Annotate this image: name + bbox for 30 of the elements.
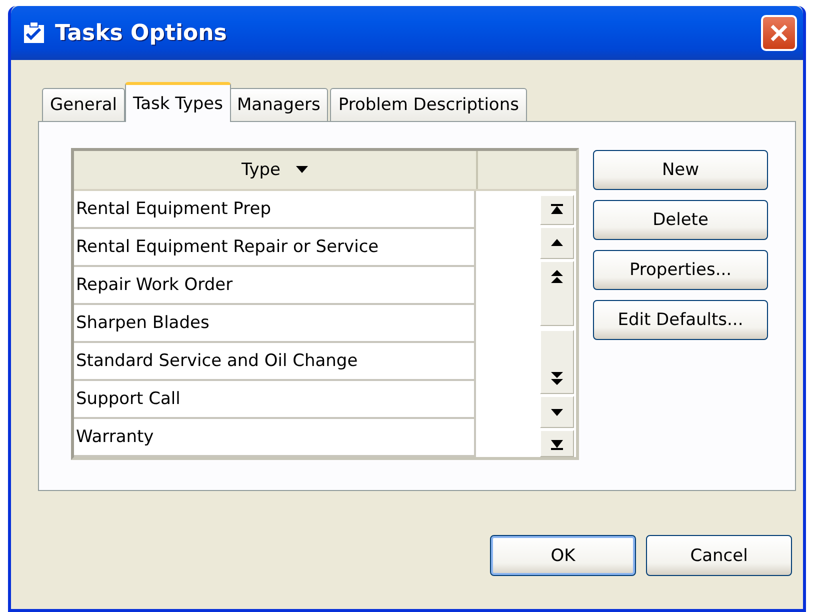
close-button[interactable] xyxy=(761,15,797,51)
page-up-button[interactable] xyxy=(540,261,574,326)
close-icon xyxy=(769,23,789,43)
page-down-button[interactable] xyxy=(540,330,574,394)
double-down-arrow-icon xyxy=(550,371,564,386)
window-title: Tasks Options xyxy=(55,20,228,46)
action-button[interactable]: Properties... xyxy=(593,250,768,290)
scroll-top-button[interactable] xyxy=(540,195,574,226)
tab[interactable]: General xyxy=(42,88,125,122)
type-item[interactable]: Warranty xyxy=(74,419,476,457)
action-button[interactable]: Delete xyxy=(593,200,768,240)
tab[interactable]: Task Types xyxy=(125,82,231,122)
type-item[interactable]: Rental Equipment Prep xyxy=(74,191,476,229)
scroll-bottom-button[interactable] xyxy=(540,430,574,458)
scroll-down-button[interactable] xyxy=(540,396,574,428)
type-item[interactable]: Repair Work Order xyxy=(74,267,476,305)
double-up-arrow-icon xyxy=(550,270,564,284)
dialog-button[interactable]: OK xyxy=(490,535,636,576)
type-item[interactable]: Rental Equipment Repair or Service xyxy=(74,229,476,267)
tab[interactable]: Problem Descriptions xyxy=(330,88,527,122)
clipboard-check-icon xyxy=(23,22,45,44)
dialog-button[interactable]: Cancel xyxy=(646,535,792,576)
action-button[interactable]: New xyxy=(593,150,768,190)
column-heading[interactable]: Type xyxy=(241,160,281,180)
scroll-up-button[interactable] xyxy=(540,227,574,260)
action-button[interactable]: Edit Defaults... xyxy=(593,300,768,340)
type-item[interactable]: Standard Service and Oil Change xyxy=(74,343,476,381)
type-item[interactable]: Sharpen Blades xyxy=(74,305,476,343)
tab[interactable]: Managers xyxy=(229,88,328,122)
type-item[interactable]: Support Call xyxy=(74,381,476,419)
